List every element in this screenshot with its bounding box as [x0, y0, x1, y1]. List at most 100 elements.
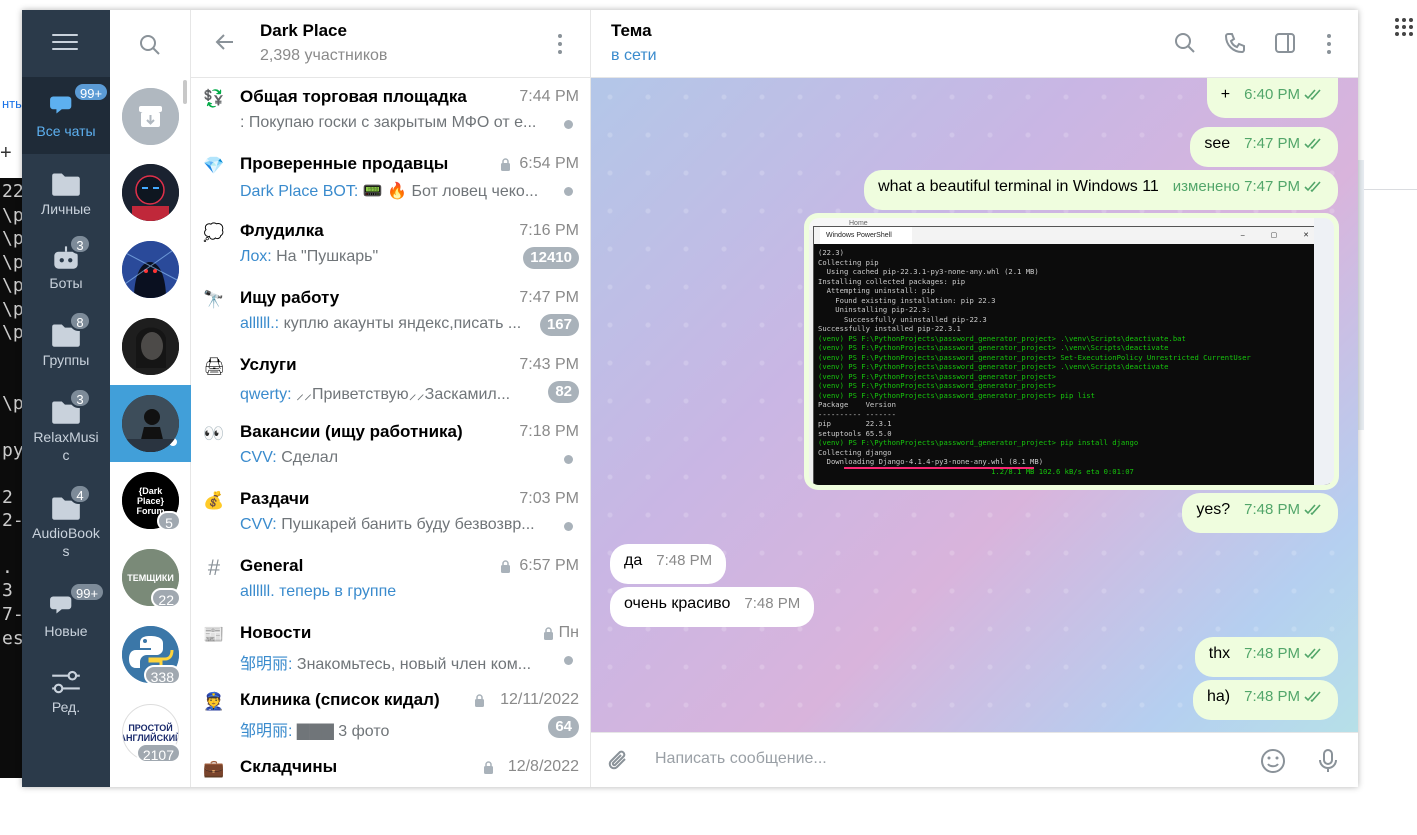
unread-dot — [564, 120, 573, 129]
apps-grid-icon[interactable] — [1394, 16, 1414, 38]
folder-3[interactable]: 8 Группы — [22, 311, 110, 369]
menu-burger-icon[interactable] — [52, 34, 78, 52]
background-terminal: 22 \p \p \p \p \p \p \p ру 2 2-. 3 7- es — [0, 178, 22, 778]
more-options-icon[interactable] — [1326, 34, 1332, 58]
outgoing-message[interactable]: see 7:47 PM — [1190, 127, 1338, 167]
topic-preview: Dark Place BOT: 📟 🔥 Бот ловец чеко... — [240, 181, 540, 201]
terminal-output-line: Collecting pip — [818, 257, 879, 267]
preview-sender: CVV: — [240, 449, 277, 466]
terminal-line: 2- — [2, 510, 22, 531]
terminal-line: es — [2, 627, 22, 649]
avatars-scrollbar[interactable] — [183, 80, 187, 104]
terminal-line: \p — [2, 228, 22, 249]
lock-icon — [543, 627, 554, 640]
terminal-line: \p — [2, 392, 22, 414]
attach-icon[interactable] — [605, 747, 633, 775]
search-icon[interactable] — [139, 34, 161, 56]
outgoing-message[interactable]: +6:40 PM — [1206, 78, 1338, 118]
sidebar-toggle-icon[interactable] — [1273, 31, 1297, 55]
folder-2[interactable]: 3 Боты — [22, 234, 110, 292]
read-checkmarks-icon — [1304, 502, 1324, 516]
terminal-output-line: (venv) PS F:\PythonProjects\password_gen… — [818, 333, 1186, 343]
topic-row[interactable]: 📰 Новости Пн 邹明丽: Знакомьтесь, новый член к… — [191, 614, 591, 681]
emoji-icon[interactable] — [1259, 747, 1287, 775]
outgoing-message[interactable]: ha) 7:48 PM — [1193, 680, 1338, 720]
topic-row[interactable]: 💱 Общая торговая площадка 7:44 PM: Покупаю… — [191, 78, 591, 145]
message-text: thx — [1208, 645, 1231, 662]
folder-label: AudioBook s — [32, 525, 100, 559]
terminal-line: ру — [2, 439, 22, 461]
conversation-title[interactable]: Тема — [611, 21, 652, 41]
topic-row[interactable]: 💼 Складчины 12/8/2022 — [191, 748, 591, 787]
topic-row[interactable]: 🖨 Услуги 7:43 PM qwerty: ⸝⸝Приветствую⸝⸝Зас… — [191, 346, 591, 413]
incoming-message[interactable]: да 7:48 PM — [610, 544, 727, 584]
terminal-output-line: Installing collected packages: pip — [818, 276, 966, 286]
folder-1[interactable]: Личные — [22, 168, 110, 218]
lock-icon — [483, 761, 494, 774]
topic-title: Складчины — [240, 757, 338, 776]
preview-text: : Покупаю госки с закрытым МФО от е... — [240, 114, 537, 131]
topic-row[interactable]: 💎 Проверенные продавцы 6:54 PM Dark Place B… — [191, 145, 591, 212]
folder-4[interactable]: 3 RelaxMusi c — [22, 388, 110, 464]
terminal-output-line: Package Version — [818, 400, 896, 409]
terminal-output-line: setuptools 65.5.0 — [818, 428, 892, 438]
terminal-line: . 3 — [2, 557, 13, 601]
avatar-girl[interactable] — [122, 318, 179, 375]
topic-icon: 💰 — [203, 491, 225, 510]
message-time-text: 7:48 PM — [744, 595, 801, 612]
topic-row[interactable]: 👀 Вакансии (ищу работника) 7:18 PM CVV: Сде… — [191, 413, 591, 480]
preview-sender: 邹明丽: — [240, 723, 293, 740]
more-options-icon[interactable] — [557, 34, 563, 58]
folder-icon: 3 — [49, 388, 91, 426]
topic-row[interactable]: 🔭 Ищу работу 7:47 PM allllll.: куплю акаунт… — [191, 279, 591, 346]
folder-5[interactable]: 4 AudioBook s — [22, 484, 110, 560]
terminal-output-line: Using cached pip-22.3.1-py3-none-any.whl… — [818, 267, 1039, 276]
incoming-message[interactable]: очень красиво 7:48 PM — [610, 587, 815, 627]
terminal-output-line: Successfully uninstalled pip-22.3 — [818, 314, 987, 324]
avatar-python[interactable]: 338 — [122, 626, 181, 685]
powershell-titlebar: Windows PowerShell – ▢ ✕ — [814, 227, 1329, 244]
read-checkmarks-icon — [1304, 136, 1324, 150]
folder-7[interactable]: Ред. — [22, 666, 110, 716]
microphone-icon[interactable] — [1314, 747, 1342, 775]
message-time-text: 7:48 PM — [656, 552, 713, 569]
back-arrow-icon[interactable] — [213, 30, 237, 54]
topic-row[interactable]: 👮 Клиника (список кидал) 12/11/2022 邹明丽: ▇▇… — [191, 681, 591, 748]
avatar-hooded[interactable] — [122, 241, 179, 298]
topic-preview: Лох: На "Пушкарь" — [240, 248, 540, 266]
topic-row[interactable]: # General 6:57 PM allllll. теперь в группе — [191, 547, 591, 614]
outgoing-message[interactable]: yes? 7:48 PM — [1182, 493, 1338, 533]
message-time: 7:48 PM — [1244, 688, 1324, 705]
outgoing-message[interactable]: thx 7:48 PM — [1194, 637, 1338, 677]
avatar-mask[interactable] — [122, 164, 179, 221]
terminal-output-line: ---------- ------- — [818, 409, 896, 419]
read-checkmarks-icon — [1304, 646, 1324, 660]
screenshot-image[interactable]: Home Windows PowerShell – ▢ ✕ (22.3) Coll… — [809, 218, 1334, 485]
avatar-dark-place[interactable] — [122, 395, 179, 452]
topics-list-panel: Dark Place 2,398 участников 💱 Общая торго… — [191, 10, 591, 787]
preview-sender: allllll. теперь в группе — [240, 583, 397, 600]
avatar-archive[interactable] — [122, 88, 179, 145]
search-icon[interactable] — [1173, 31, 1197, 55]
terminal-line: \p — [2, 275, 22, 296]
topic-title: Клиника (список кидал) — [240, 690, 440, 709]
message-input[interactable]: Написать сообщение... — [655, 750, 827, 768]
avatar-dark-place-forum[interactable]: {Dark Place} Forum 5 — [122, 472, 181, 531]
topic-row[interactable]: 💭 Флудилка 7:16 PM Лох: На "Пушкарь" 12410 — [191, 212, 591, 279]
folder-6[interactable]: 99+ Новые — [22, 582, 110, 640]
topic-preview: : Покупаю госки с закрытым МФО от е... — [240, 114, 540, 132]
folder-0[interactable]: 99+ Все чаты — [22, 77, 110, 154]
message-history[interactable]: +6:40 PM see 7:47 PM what a beautiful termi… — [591, 78, 1358, 732]
topic-title: Раздачи — [240, 489, 310, 508]
preview-text: 📟 🔥 Бот ловец чеко... — [358, 183, 539, 200]
phone-icon[interactable] — [1223, 31, 1247, 55]
avatar-prostoy-angliyskiy[interactable]: ПРОСТОЙ АНГЛИЙСКИЙ 2107 — [122, 704, 181, 763]
avatar-temshiki[interactable]: ТЕМЩИКИ 22 — [122, 549, 181, 608]
outgoing-message[interactable]: what a beautiful terminal in Windows 11 и… — [864, 170, 1338, 210]
image-message[interactable]: Home Windows PowerShell – ▢ ✕ (22.3) Coll… — [804, 213, 1339, 490]
preview-text: ⸝⸝Приветствую⸝⸝Заскамил... — [291, 386, 511, 403]
topic-time: 7:44 PM — [519, 88, 579, 105]
powershell-window: Windows PowerShell – ▢ ✕ (22.3) Collectin… — [813, 226, 1330, 485]
topic-row[interactable]: 💰 Раздачи 7:03 PM CVV: Пушкарей банить буду… — [191, 480, 591, 547]
topic-time: 6:57 PM — [519, 557, 579, 574]
